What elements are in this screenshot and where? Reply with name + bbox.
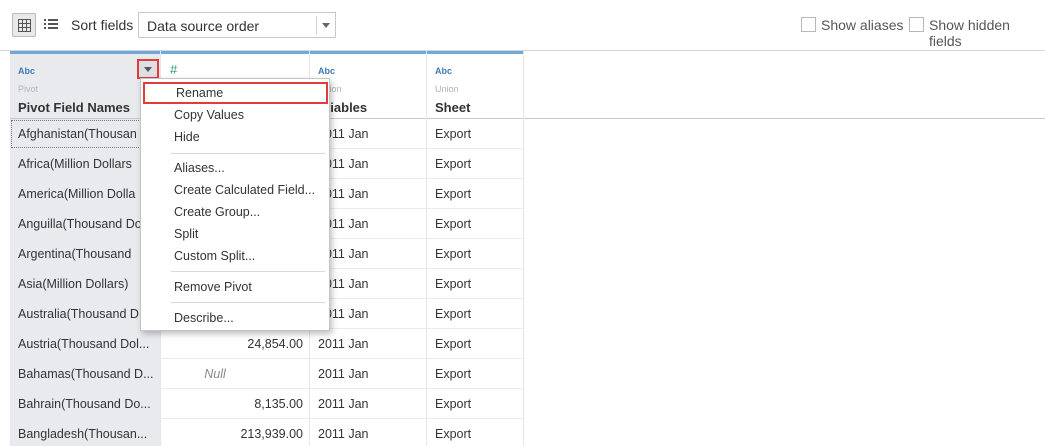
cell-sheet[interactable]: Export — [427, 389, 523, 419]
cell-pivot-field-name[interactable]: Afghanistan(Thousan — [10, 119, 160, 149]
show-hidden-fields-label[interactable]: Show hidden fields — [929, 17, 1045, 49]
cell-pivot-field-name[interactable]: Bahamas(Thousand D... — [10, 359, 160, 389]
number-type-icon[interactable]: # — [170, 62, 177, 77]
column-context-menu: Rename Copy Values Hide Aliases... Creat… — [140, 78, 330, 331]
cell-value[interactable]: 213,939.00 — [161, 419, 309, 446]
cell-variable[interactable]: 2011 Jan — [310, 389, 426, 419]
column-name: Sheet — [435, 100, 471, 115]
cell-pivot-field-name[interactable]: Argentina(Thousand — [10, 239, 160, 269]
cell-pivot-field-name[interactable]: Africa(Million Dollars — [10, 149, 160, 179]
menu-item-custom-split[interactable]: Custom Split... — [141, 245, 329, 267]
cell-sheet[interactable]: Export — [427, 299, 523, 329]
cell-pivot-field-name[interactable]: Austria(Thousand Dol... — [10, 329, 160, 359]
show-hidden-fields-checkbox[interactable] — [909, 17, 924, 32]
cell-sheet[interactable]: Export — [427, 179, 523, 209]
cell-pivot-field-name[interactable]: Asia(Million Dollars) — [10, 269, 160, 299]
menu-item-split[interactable]: Split — [141, 223, 329, 245]
menu-separator — [171, 271, 325, 272]
cell-variable[interactable]: 2011 Jan — [310, 359, 426, 389]
string-type-icon[interactable]: Abc — [318, 66, 335, 76]
column-divider — [523, 51, 524, 446]
menu-item-aliases[interactable]: Aliases... — [141, 157, 329, 179]
cell-sheet[interactable]: Export — [427, 359, 523, 389]
menu-item-remove-pivot[interactable]: Remove Pivot — [141, 276, 329, 298]
sort-fields-dropdown[interactable]: Data source order — [138, 12, 336, 38]
cell-variable[interactable]: 2011 Jan — [310, 419, 426, 446]
toolbar: Sort fields Data source order Show alias… — [0, 0, 1045, 51]
chevron-down-icon — [322, 23, 330, 28]
menu-item-describe[interactable]: Describe... — [141, 307, 329, 329]
menu-item-create-group[interactable]: Create Group... — [141, 201, 329, 223]
table-row[interactable]: Bangladesh(Thousan... 213,939.00 2011 Jan E… — [10, 419, 523, 446]
table-row[interactable]: Bahamas(Thousand D... Null 2011 Jan Export — [10, 359, 523, 389]
menu-item-create-calculated-field[interactable]: Create Calculated Field... — [141, 179, 329, 201]
menu-item-hide[interactable]: Hide — [141, 126, 329, 148]
cell-value[interactable]: 24,854.00 — [161, 329, 309, 359]
sort-fields-value: Data source order — [147, 18, 260, 34]
show-aliases-label[interactable]: Show aliases — [821, 17, 904, 33]
cell-sheet[interactable]: Export — [427, 269, 523, 299]
menu-separator — [171, 302, 325, 303]
column-header-sheet[interactable]: Abc Union Sheet — [427, 51, 523, 118]
cell-pivot-field-name[interactable]: Bahrain(Thousand Do... — [10, 389, 160, 419]
cell-value[interactable]: 8,135.00 — [161, 389, 309, 419]
cell-sheet[interactable]: Export — [427, 239, 523, 269]
cell-sheet[interactable]: Export — [427, 209, 523, 239]
menu-separator — [171, 153, 325, 154]
menu-item-rename[interactable]: Rename — [143, 82, 328, 104]
chevron-down-icon — [144, 67, 152, 72]
list-view-icon — [44, 19, 58, 29]
cell-pivot-field-name[interactable]: Bangladesh(Thousan... — [10, 419, 160, 446]
cell-variable[interactable]: 2011 Jan — [310, 329, 426, 359]
menu-item-copy-values[interactable]: Copy Values — [141, 104, 329, 126]
show-aliases-checkbox[interactable] — [801, 17, 816, 32]
table-row[interactable]: Austria(Thousand Dol... 24,854.00 2011 Jan… — [10, 329, 523, 359]
cell-pivot-field-name[interactable]: America(Million Dolla — [10, 179, 160, 209]
cell-sheet[interactable]: Export — [427, 149, 523, 179]
column-origin: Pivot — [18, 84, 39, 94]
cell-sheet[interactable]: Export — [427, 419, 523, 446]
string-type-icon[interactable]: Abc — [435, 66, 452, 76]
cell-value[interactable]: Null — [161, 359, 309, 389]
cell-pivot-field-name[interactable]: Australia(Thousand D — [10, 299, 160, 329]
cell-pivot-field-name[interactable]: Anguilla(Thousand Do — [10, 209, 160, 239]
dropdown-separator — [316, 16, 317, 34]
column-menu-button[interactable] — [137, 59, 159, 79]
grid-view-button[interactable] — [12, 13, 36, 37]
column-name: Pivot Field Names — [18, 100, 130, 115]
cell-sheet[interactable]: Export — [427, 119, 523, 149]
string-type-icon[interactable]: Abc — [18, 66, 35, 76]
column-origin: Union — [435, 84, 459, 94]
sort-fields-label: Sort fields — [71, 17, 134, 33]
grid-view-icon — [18, 19, 31, 32]
table-row[interactable]: Bahrain(Thousand Do... 8,135.00 2011 Jan Ex… — [10, 389, 523, 419]
list-view-button[interactable] — [43, 16, 59, 32]
cell-sheet[interactable]: Export — [427, 329, 523, 359]
